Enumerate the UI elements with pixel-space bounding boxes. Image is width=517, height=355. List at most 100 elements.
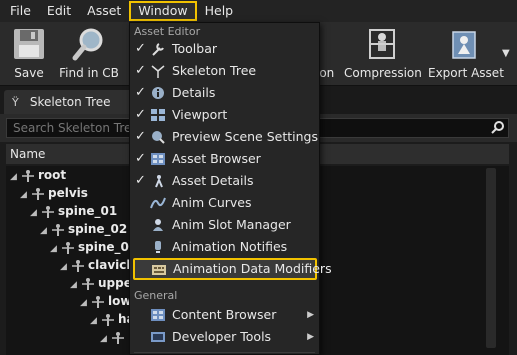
bone-label: spine_02 — [68, 222, 128, 236]
menu-item-label: Animation Data Modifiers — [173, 261, 332, 276]
export-dropdown-icon[interactable]: ▼ — [502, 48, 512, 59]
compression-button[interactable]: Compression — [344, 24, 422, 84]
menu-item-animation-notifies[interactable]: Animation Notifies — [131, 236, 318, 258]
notifies-icon — [155, 241, 161, 253]
bone-label: pelvis — [48, 186, 88, 200]
menu-item-preview-scene-settings[interactable]: ✓ Preview Scene Settings — [131, 126, 318, 148]
tree-node[interactable]: ◢ spine_02 — [40, 220, 127, 238]
menu-item-label: Animation Notifies — [172, 239, 288, 254]
window-menu-dropdown: Asset Editor ✓ Toolbar ✓ Skeleton Tree ✓… — [129, 22, 332, 355]
tree-node[interactable]: ◢ pelvis — [20, 184, 88, 202]
bone-icon — [92, 295, 104, 308]
submenu-arrow-icon: ▶ — [307, 332, 314, 342]
menu-item-label: Asset Details — [172, 173, 254, 188]
bone-icon — [82, 277, 94, 290]
check-icon: ✓ — [135, 41, 146, 56]
menu-item-asset-details[interactable]: ✓ Asset Details — [131, 170, 318, 192]
skeleton-tab-icon: Ÿ — [12, 96, 19, 109]
bone-icon — [52, 223, 64, 236]
tree-node[interactable]: ◢i — [100, 328, 132, 346]
tree-node[interactable]: ◢ spine_03 — [50, 238, 137, 256]
expand-arrow-icon[interactable]: ◢ — [70, 276, 80, 294]
anim-slot-icon — [153, 219, 163, 231]
expand-arrow-icon[interactable]: ◢ — [100, 330, 110, 348]
menu-asset[interactable]: Asset — [79, 1, 129, 21]
tab-skeleton-tree[interactable]: Ÿ Skeleton Tree — [4, 90, 134, 114]
data-modifiers-icon — [152, 265, 166, 275]
tree-scrollbar[interactable] — [486, 168, 496, 348]
menu-item-label: Skeleton Tree — [172, 63, 257, 78]
expand-arrow-icon[interactable]: ◢ — [10, 168, 20, 186]
menu-item-label: Anim Curves — [172, 195, 252, 210]
compression-label: Compression — [344, 66, 422, 80]
check-icon: ✓ — [135, 63, 146, 78]
content-browser-icon — [151, 309, 165, 321]
menu-item-label: Content Browser — [172, 307, 277, 322]
menu-bar: File Edit Asset Window Help — [0, 0, 517, 22]
tree-node[interactable]: ◢ clavicle — [60, 256, 139, 274]
menu-item-label: Toolbar — [172, 41, 218, 56]
tree-node[interactable]: ◢ root — [10, 166, 66, 184]
menu-edit[interactable]: Edit — [39, 1, 79, 21]
expand-arrow-icon[interactable]: ◢ — [40, 222, 50, 240]
export-asset-icon — [452, 31, 476, 59]
menu-item-label: Developer Tools — [172, 329, 272, 344]
export-asset-label: Export Asset — [428, 66, 504, 80]
menu-file[interactable]: File — [2, 1, 39, 21]
skeleton-icon — [151, 65, 165, 78]
save-icon — [14, 29, 44, 59]
menu-item-developer-tools[interactable]: Developer Tools ▶ — [131, 326, 318, 348]
expand-arrow-icon[interactable]: ◢ — [50, 240, 60, 258]
check-icon: ✓ — [135, 173, 146, 188]
save-label: Save — [14, 66, 44, 80]
menu-item-anim-curves[interactable]: Anim Curves — [131, 192, 318, 214]
menu-help[interactable]: Help — [197, 1, 242, 21]
tree-node[interactable]: ◢ spine_01 — [30, 202, 117, 220]
asset-browser-icon — [151, 153, 165, 165]
expand-arrow-icon[interactable]: ◢ — [20, 186, 30, 204]
anim-curves-icon — [150, 197, 166, 209]
export-asset-button[interactable]: Export Asset — [428, 24, 504, 84]
section-general: General — [134, 289, 178, 302]
wrench-icon — [152, 43, 164, 56]
menu-item-anim-slot-manager[interactable]: Anim Slot Manager — [131, 214, 318, 236]
bone-icon — [22, 169, 34, 182]
find-in-cb-button[interactable]: Find in CB — [58, 24, 120, 84]
menu-item-viewport[interactable]: ✓ Viewport — [131, 104, 318, 126]
menu-item-content-browser[interactable]: Content Browser ▶ — [131, 304, 318, 326]
bone-label: spine_01 — [58, 204, 118, 218]
menu-item-animation-data-modifiers[interactable]: Animation Data Modifiers — [133, 258, 332, 280]
menu-item-label: Viewport — [172, 107, 228, 122]
compression-icon — [369, 29, 395, 59]
check-icon: ✓ — [135, 107, 146, 122]
developer-tools-icon — [151, 332, 165, 342]
viewport-icon — [151, 109, 165, 121]
search-icon[interactable] — [491, 120, 505, 134]
expand-arrow-icon[interactable]: ◢ — [60, 258, 70, 276]
tree-node[interactable]: ◢ upper — [70, 274, 138, 292]
preview-settings-icon — [152, 131, 165, 144]
menu-item-label: Preview Scene Settings — [172, 129, 318, 144]
tab-skeleton-tree-label: Skeleton Tree — [29, 95, 111, 109]
menu-item-details[interactable]: ✓ Details — [131, 82, 318, 104]
expand-arrow-icon[interactable]: ◢ — [90, 312, 100, 330]
check-icon: ✓ — [135, 151, 146, 166]
bone-icon — [102, 313, 114, 326]
menu-item-label: Asset Browser — [172, 151, 261, 166]
menu-item-label: Anim Slot Manager — [172, 217, 291, 232]
menu-item-skeleton-tree[interactable]: ✓ Skeleton Tree — [131, 60, 318, 82]
menu-window[interactable]: Window — [129, 1, 197, 21]
bone-icon — [32, 187, 44, 200]
menu-item-toolbar[interactable]: ✓ Toolbar — [131, 38, 318, 60]
menu-item-label: Details — [172, 85, 216, 100]
asset-details-icon — [155, 175, 163, 188]
bone-label: root — [38, 168, 67, 182]
tree-node[interactable]: ◢ ha — [90, 310, 135, 328]
expand-arrow-icon[interactable]: ◢ — [30, 204, 40, 222]
expand-arrow-icon[interactable]: ◢ — [80, 294, 90, 312]
bone-icon — [62, 241, 74, 254]
menu-divider — [134, 352, 315, 353]
menu-item-asset-browser[interactable]: ✓ Asset Browser — [131, 148, 318, 170]
submenu-arrow-icon: ▶ — [307, 310, 314, 320]
save-button[interactable]: Save — [6, 24, 52, 84]
